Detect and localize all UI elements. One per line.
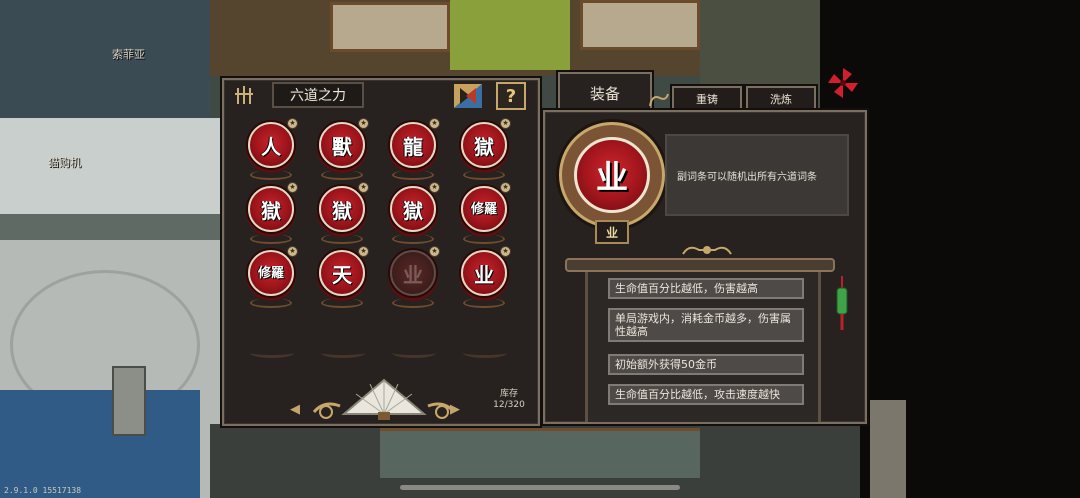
jade-tassel-icon [836,276,848,330]
layout-toggle-icon[interactable] [452,82,484,110]
empty-slot [250,348,294,358]
power-slot-equipped[interactable]: 业 ★ [388,246,440,308]
power-glyph: 獄 [390,186,436,232]
background-lantern [112,366,146,436]
panel-title: 六道之力 [272,82,364,108]
power-glyph: 业 [390,250,436,296]
scroll-rod [565,258,835,272]
star-badge-icon: ★ [500,246,511,257]
power-glyph: 獸 [319,122,365,168]
npc-name-cat-shop: 猫购机 [48,156,81,169]
affix-item: 生命值百分比越低，攻击速度越快 [608,384,804,405]
power-glyph: 业 [461,250,507,296]
scroll-ornament [682,246,732,255]
sub-affix-description: 副词条可以随机出所有六道词条 [665,134,849,216]
power-slot[interactable]: 修羅 ★ [459,182,511,244]
slot-base [463,298,505,308]
background-wall-stripe [0,214,220,240]
power-slot[interactable]: 龍 ★ [388,118,440,180]
equipped-power-glyph: 业 [574,137,650,213]
background-pond [0,390,200,498]
stock-label: 库存 [499,389,518,399]
slot-base [250,298,292,308]
background-pillar [870,400,906,498]
star-badge-icon: ★ [358,246,369,257]
trident-icon [235,86,253,104]
power-glyph: 獄 [248,186,294,232]
power-glyph: 獄 [319,186,365,232]
stock-count: 12/320 [493,400,525,410]
tab-ornament [649,93,669,107]
power-glyph: 人 [248,122,294,168]
power-slot[interactable]: 修羅 ★ [246,246,298,308]
six-paths-panel: 六道之力 ? 人 ★ 獸 ★ 龍 ★ 獄 ★ 獄 ★ 獄 ★ 獄 ★ 修羅 ★ … [222,78,540,426]
star-badge-icon: ★ [429,182,440,193]
equipped-name-badge: 业 [595,220,629,244]
slot-base [392,170,434,180]
star-badge-icon: ★ [500,118,511,129]
star-badge-icon: ★ [500,182,511,193]
empty-slot [463,348,507,358]
equipment-panel: 业 副词条可以随机出所有六道词条 业 生命值百分比越低，伤害越高 单局游戏内，消… [543,110,867,424]
background-floor-tiles [380,428,700,478]
game-scene-background: 索菲亚 猫购机 2.9.1.0 15517138 [0,0,1080,498]
power-glyph: 獄 [461,122,507,168]
star-badge-icon: ★ [358,182,369,193]
affix-item: 初始额外获得50金币 [608,354,804,375]
background-bed-right [580,0,700,50]
equipped-power-frame[interactable]: 业 [559,122,665,228]
star-badge-icon: ★ [287,118,298,129]
slot-base [321,234,363,244]
npc-name-sophia: 索菲亚 [112,48,145,61]
power-slot[interactable]: 獄 ★ [388,182,440,244]
power-slot[interactable]: 獄 ★ [459,118,511,180]
home-indicator[interactable] [400,485,680,490]
background-courtyard [0,0,210,120]
affix-item: 生命值百分比越低，伤害越高 [608,278,804,299]
star-badge-icon: ★ [287,182,298,193]
slot-base [321,298,363,308]
star-badge-icon: ★ [429,118,440,129]
power-slot[interactable]: 獄 ★ [246,182,298,244]
slot-base [250,234,292,244]
background-bed-left [330,2,450,52]
empty-slot [392,348,436,358]
power-slot[interactable]: 天 ★ [317,246,369,308]
slot-base [463,170,505,180]
power-slot[interactable]: 獸 ★ [317,118,369,180]
power-slot[interactable]: 獄 ★ [317,182,369,244]
power-glyph: 修羅 [248,250,294,296]
star-badge-icon: ★ [287,246,298,257]
power-slot[interactable]: 人 ★ [246,118,298,180]
slot-base [392,234,434,244]
next-page-arrow[interactable]: ▶ [450,402,460,417]
power-slot[interactable]: 业 ★ [459,246,511,308]
slot-base [321,170,363,180]
tab-wash[interactable]: 洗炼 [746,86,816,112]
affix-item: 单局游戏内，消耗金币越多，伤害属性越高 [608,308,804,342]
power-glyph: 修羅 [461,186,507,232]
star-badge-icon: ★ [358,118,369,129]
star-badge-icon: ★ [429,246,440,257]
background-lawn [450,0,570,70]
slot-base [250,170,292,180]
power-grid: 人 ★ 獸 ★ 龍 ★ 獄 ★ 獄 ★ 獄 ★ 獄 ★ 修羅 ★ 修羅 ★ 天 … [240,118,530,370]
prev-page-arrow[interactable]: ◀ [290,402,300,417]
close-pinwheel-icon[interactable] [826,66,860,100]
tab-equip[interactable]: 装备 [558,72,652,112]
background-wall [0,118,220,228]
affix-scroll[interactable]: 生命值百分比越低，伤害越高 单局游戏内，消耗金币越多，伤害属性越高 初始额外获得… [585,272,821,422]
version-label: 2.9.1.0 15517138 [4,486,82,495]
tab-reforge[interactable]: 重铸 [672,86,742,112]
power-glyph: 天 [319,250,365,296]
help-button[interactable]: ? [496,82,526,110]
empty-slot [321,348,365,358]
power-glyph: 龍 [390,122,436,168]
slot-base [463,234,505,244]
slot-base [392,298,434,308]
